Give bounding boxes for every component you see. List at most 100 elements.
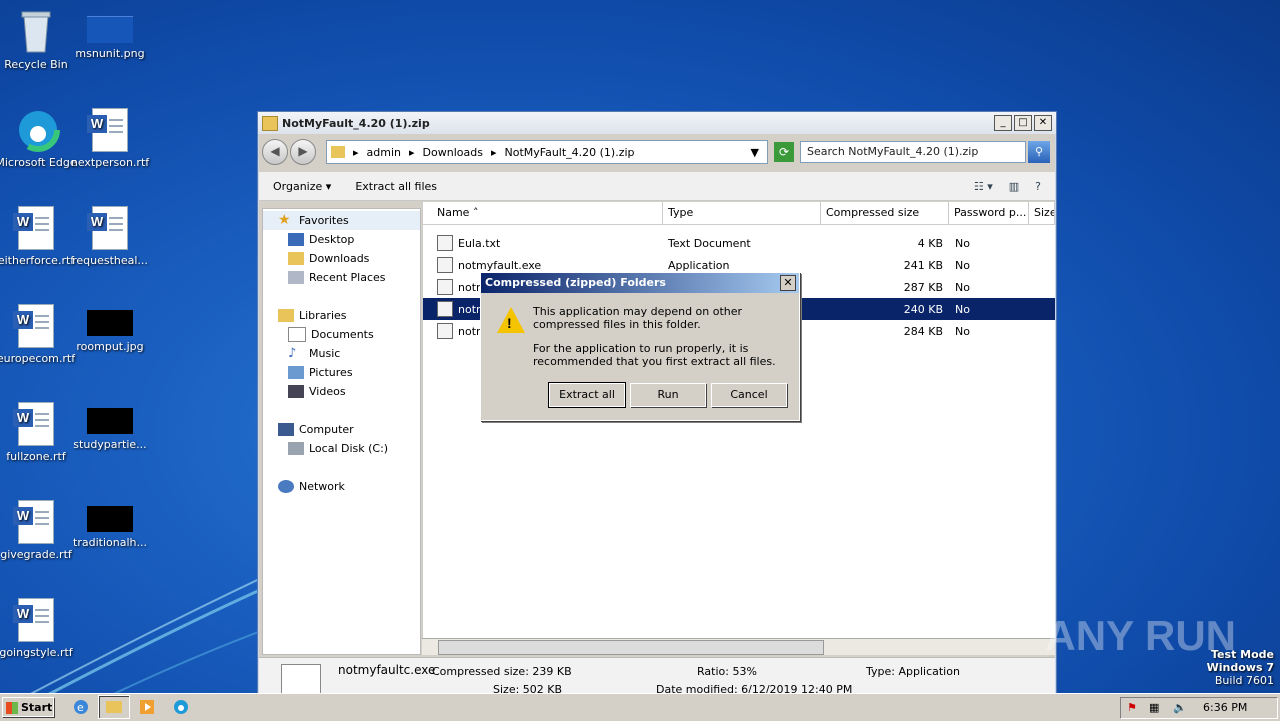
word-document-icon: W xyxy=(13,304,56,348)
zip-folder-icon xyxy=(262,115,278,131)
dialog-title: Compressed (zipped) Folders xyxy=(485,276,666,289)
details-compressed-size: Compressed size: 239 KB xyxy=(432,665,572,678)
column-type[interactable]: Type xyxy=(663,202,821,224)
folder-icon xyxy=(106,701,122,713)
action-center-icon[interactable]: ⚑ xyxy=(1127,698,1137,718)
desktop-icon-requesthеal[interactable]: W requesthеal... xyxy=(62,200,158,267)
desktop-icon-label: studypartie... xyxy=(73,438,147,451)
explorer-taskbar-button[interactable] xyxy=(98,695,130,719)
organize-menu[interactable]: Organize ▾ xyxy=(273,180,331,193)
help-icon[interactable]: ? xyxy=(1035,180,1041,193)
run-button[interactable]: Run xyxy=(630,383,706,407)
close-button[interactable]: ✕ xyxy=(1034,115,1052,131)
computer-icon xyxy=(278,423,294,436)
nav-music[interactable]: ♪ Music xyxy=(263,344,420,363)
window-titlebar[interactable]: NotMyFault_4.20 (1).zip _ □ ✕ xyxy=(258,112,1056,134)
extract-all-files-button[interactable]: Extract all files xyxy=(355,180,437,193)
maximize-button[interactable]: □ xyxy=(1014,115,1032,131)
minimize-button[interactable]: _ xyxy=(994,115,1012,131)
breadcrumb-separator: ▸ xyxy=(353,145,359,159)
nav-favorites[interactable]: ★ Favorites xyxy=(263,211,420,230)
file-list: Name ˄ Type Compressed size Password p..… xyxy=(422,202,1055,654)
horizontal-scrollbar[interactable] xyxy=(422,638,1055,655)
application-icon xyxy=(437,323,453,339)
breadcrumb-separator: ▸ xyxy=(409,145,415,159)
desktop-icon-label: roomput.jpg xyxy=(76,340,144,353)
address-bar-row: ◀ ▶ ▸ admin ▸ Downloads ▸ NotMyFault_4.2… xyxy=(262,138,1052,166)
nav-network[interactable]: Network xyxy=(263,477,420,496)
windows-logo-icon xyxy=(6,702,18,714)
desktop-icon-goingstyle[interactable]: W goingstyle.rtf xyxy=(0,592,84,659)
nav-computer[interactable]: Computer xyxy=(263,420,420,439)
start-button[interactable]: Start xyxy=(2,697,54,717)
nav-documents[interactable]: Documents xyxy=(263,325,420,344)
svg-text:e: e xyxy=(77,701,84,714)
image-file-icon xyxy=(87,408,133,434)
command-bar: Organize ▾ Extract all files ☷ ▾ ▥ ? xyxy=(259,172,1055,201)
recycle-bin-icon xyxy=(16,10,56,54)
volume-icon[interactable]: 🔈 xyxy=(1173,698,1187,718)
libraries-icon xyxy=(278,309,294,322)
address-bar[interactable]: ▸ admin ▸ Downloads ▸ NotMyFault_4.20 (1… xyxy=(326,140,768,164)
preview-pane-icon[interactable]: ▥ xyxy=(1009,180,1019,193)
downloads-icon xyxy=(288,252,304,265)
extract-all-button[interactable]: Extract all xyxy=(548,382,626,408)
column-headers: Name ˄ Type Compressed size Password p..… xyxy=(423,202,1055,225)
text-file-icon xyxy=(437,235,453,251)
column-size[interactable]: Size xyxy=(1029,202,1055,224)
details-pane: notmyfaultc.exe Compressed size: 239 KB … xyxy=(259,657,1055,700)
nav-videos[interactable]: Videos xyxy=(263,382,420,401)
test-mode-label: Test Mode Windows 7 Build 7601 xyxy=(1206,648,1274,687)
chevron-down-icon[interactable]: ▼ xyxy=(751,146,759,159)
nav-downloads[interactable]: Downloads xyxy=(263,249,420,268)
dialog-titlebar[interactable]: Compressed (zipped) Folders ✕ xyxy=(481,273,799,293)
nav-pictures[interactable]: Pictures xyxy=(263,363,420,382)
breadcrumb-separator: ▸ xyxy=(490,145,497,159)
forward-button[interactable]: ▶ xyxy=(290,139,316,165)
desktop-icon-msnunit[interactable]: msnunit.png xyxy=(62,4,158,60)
drive-icon xyxy=(288,442,304,455)
desktop-icon-nextperson[interactable]: W nextperson.rtf xyxy=(62,102,158,169)
edge-icon[interactable] xyxy=(172,698,190,716)
desktop-icon-roomput[interactable]: roomput.jpg xyxy=(62,298,158,353)
scrollbar-thumb[interactable] xyxy=(438,640,824,655)
details-ratio: Ratio: 53% xyxy=(697,665,757,678)
search-input[interactable]: Search NotMyFault_4.20 (1).zip xyxy=(800,141,1026,163)
column-compressed-size[interactable]: Compressed size xyxy=(821,202,949,224)
clock[interactable]: 6:36 PM xyxy=(1203,698,1247,718)
column-password[interactable]: Password p... xyxy=(949,202,1029,224)
cancel-button[interactable]: Cancel xyxy=(711,383,787,407)
back-button[interactable]: ◀ xyxy=(262,139,288,165)
recent-places-icon xyxy=(288,271,304,284)
nav-desktop[interactable]: Desktop xyxy=(263,230,420,249)
nav-local-disk[interactable]: Local Disk (C:) xyxy=(263,439,420,458)
breadcrumb-admin[interactable]: admin xyxy=(367,146,401,159)
desktop-icon-label: requesthеal... xyxy=(72,254,148,267)
desktop-icon-label: givegrade.rtf xyxy=(0,548,72,561)
desktop-icon-studypartie[interactable]: studypartie... xyxy=(62,396,158,451)
column-name[interactable]: Name ˄ xyxy=(423,202,663,224)
application-icon xyxy=(437,279,453,295)
application-icon xyxy=(437,301,453,317)
network-icon[interactable]: ▦ xyxy=(1149,698,1159,718)
nav-recent-places[interactable]: Recent Places xyxy=(263,268,420,287)
desktop-icon-traditionalh[interactable]: traditionalh... xyxy=(62,494,158,549)
breadcrumb-zip[interactable]: NotMyFault_4.20 (1).zip xyxy=(504,146,634,159)
table-row[interactable]: Eula.txt Text Document 4 KB No xyxy=(423,232,1055,254)
desktop-icon-label: europecom.rtf xyxy=(0,352,76,365)
ie-icon[interactable]: e xyxy=(72,698,90,716)
window-title: NotMyFault_4.20 (1).zip xyxy=(282,116,430,130)
desktop-icon-label: traditionalh... xyxy=(73,536,147,549)
edge-icon xyxy=(16,108,60,152)
dialog-message: This application may depend on other com… xyxy=(533,305,789,368)
view-options-icon[interactable]: ☷ ▾ xyxy=(974,180,993,193)
media-player-icon[interactable] xyxy=(138,698,156,716)
details-type: Type: Application xyxy=(866,665,960,678)
nav-libraries[interactable]: Libraries xyxy=(263,306,420,325)
refresh-button[interactable]: ⟳ xyxy=(774,142,794,162)
breadcrumb-downloads[interactable]: Downloads xyxy=(423,146,483,159)
word-document-icon: W xyxy=(87,206,130,250)
taskbar: Start e ⚑ ▦ 🔈 6:36 PM xyxy=(0,693,1280,721)
search-icon[interactable]: ⚲ xyxy=(1028,141,1050,163)
dialog-close-button[interactable]: ✕ xyxy=(780,275,796,291)
